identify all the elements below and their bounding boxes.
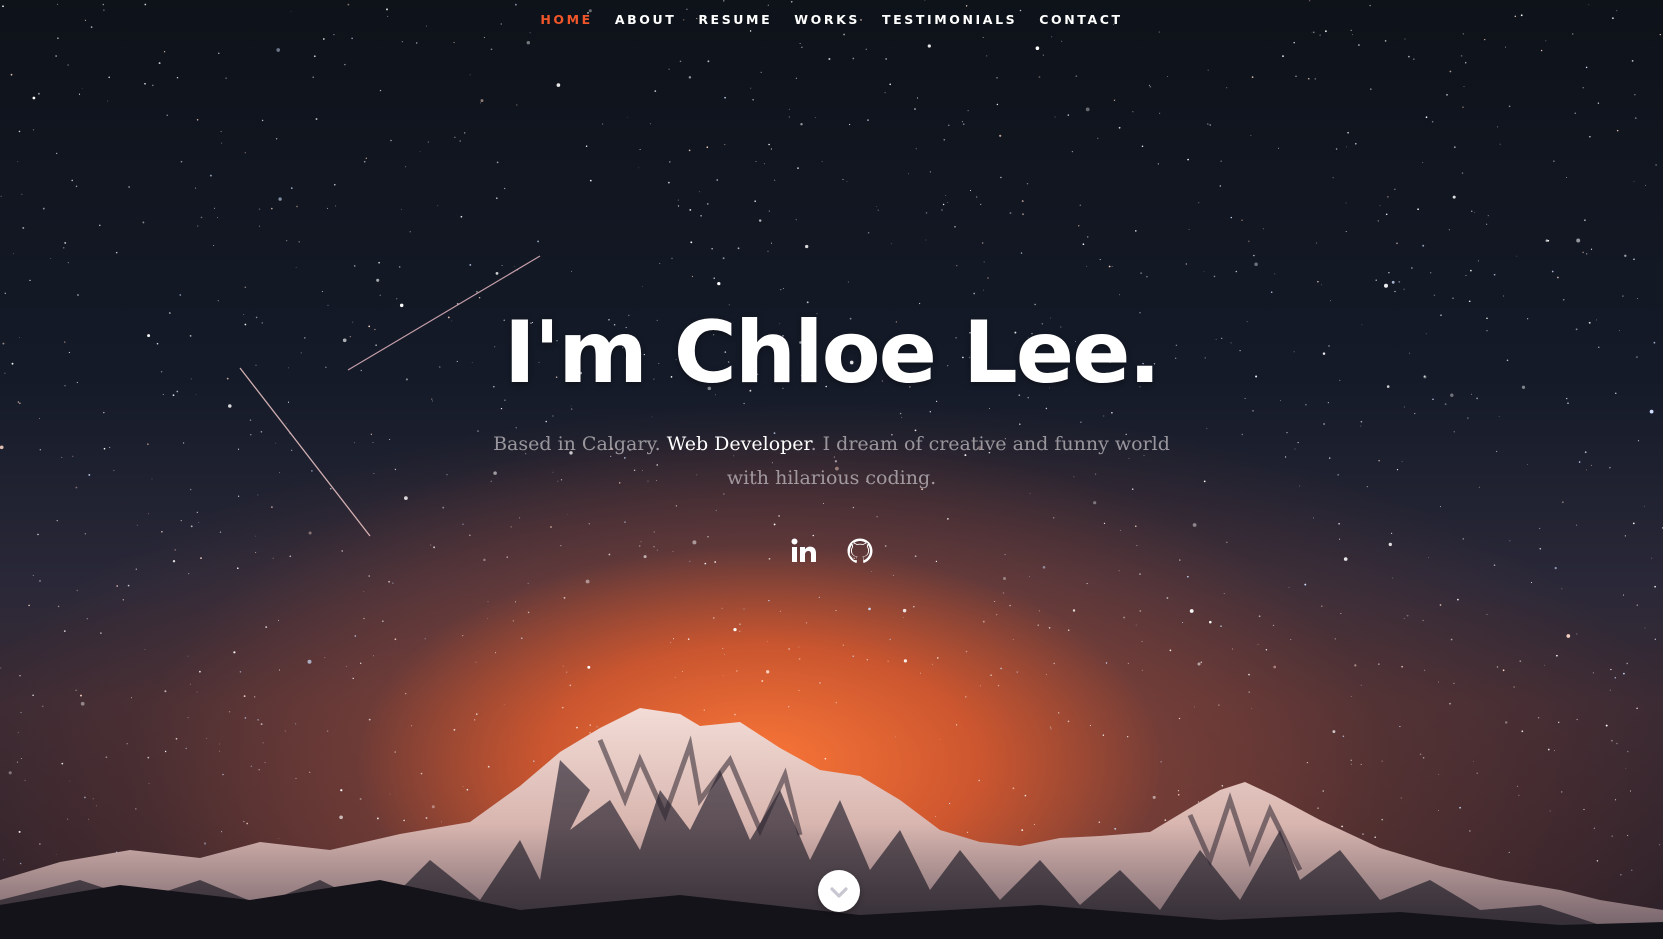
social-links: [0, 536, 1663, 566]
linkedin-link[interactable]: [789, 536, 819, 566]
chevron-down-icon: [830, 887, 848, 898]
intro-role: Web Developer: [666, 433, 811, 455]
nav-resume[interactable]: RESUME: [698, 12, 772, 27]
nav-about[interactable]: ABOUT: [615, 12, 677, 27]
intro-location: Based in Calgary.: [493, 433, 667, 455]
github-icon: [847, 538, 872, 563]
linkedin-icon: [791, 538, 816, 562]
main-nav: HOME ABOUT RESUME WORKS TESTIMONIALS CONTACT: [0, 0, 1663, 38]
github-link[interactable]: [845, 536, 875, 566]
nav-contact[interactable]: CONTACT: [1039, 12, 1122, 27]
nav-home[interactable]: HOME: [540, 12, 592, 27]
scroll-down-button[interactable]: [818, 870, 860, 912]
nav-testimonials[interactable]: TESTIMONIALS: [882, 12, 1017, 27]
headline: I'm Chloe Lee.: [503, 303, 1161, 403]
nav-works[interactable]: WORKS: [794, 12, 860, 27]
hero-section: HOME ABOUT RESUME WORKS TESTIMONIALS CONTACT …: [0, 0, 1663, 939]
intro-text: Based in Calgary. Web Developer. I dream…: [0, 427, 1663, 495]
